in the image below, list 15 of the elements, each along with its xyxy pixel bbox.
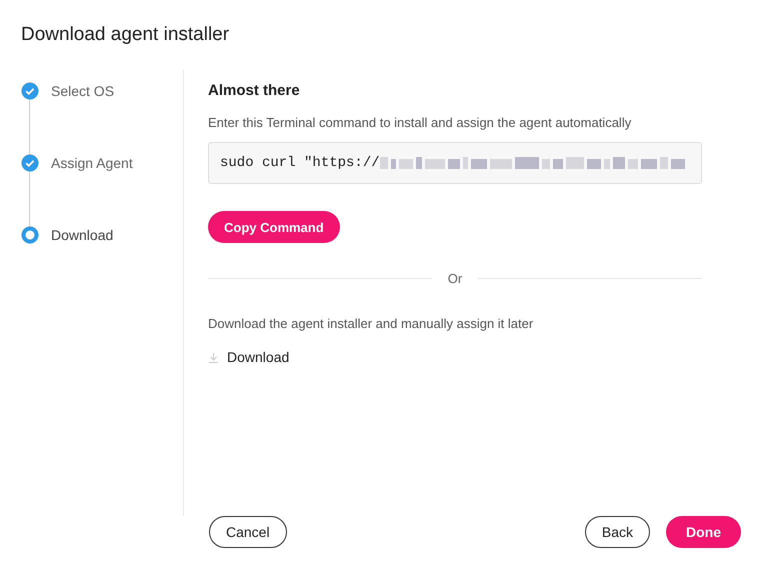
section-heading: Almost there [208, 82, 301, 99]
download-link[interactable]: Download [208, 349, 290, 365]
copy-command-button[interactable]: Copy Command [208, 211, 340, 243]
back-button[interactable]: Back [584, 516, 650, 548]
cancel-button[interactable]: Cancel [209, 516, 287, 548]
or-label: Or [448, 271, 462, 286]
command-hint: Enter this Terminal command to install and assign the agent automatically [208, 115, 632, 130]
done-button[interactable]: Done [666, 516, 741, 548]
step-label: Select OS [51, 82, 114, 100]
download-hint: Download the agent installer and manually assign it later [208, 316, 534, 331]
step-label: Download [51, 226, 114, 244]
download-icon [208, 352, 219, 362]
step-label: Assign Agent [51, 154, 133, 172]
command-field[interactable]: sudo curl "https:// [208, 142, 702, 184]
dialog-title: Download agent installer [20, 23, 230, 47]
